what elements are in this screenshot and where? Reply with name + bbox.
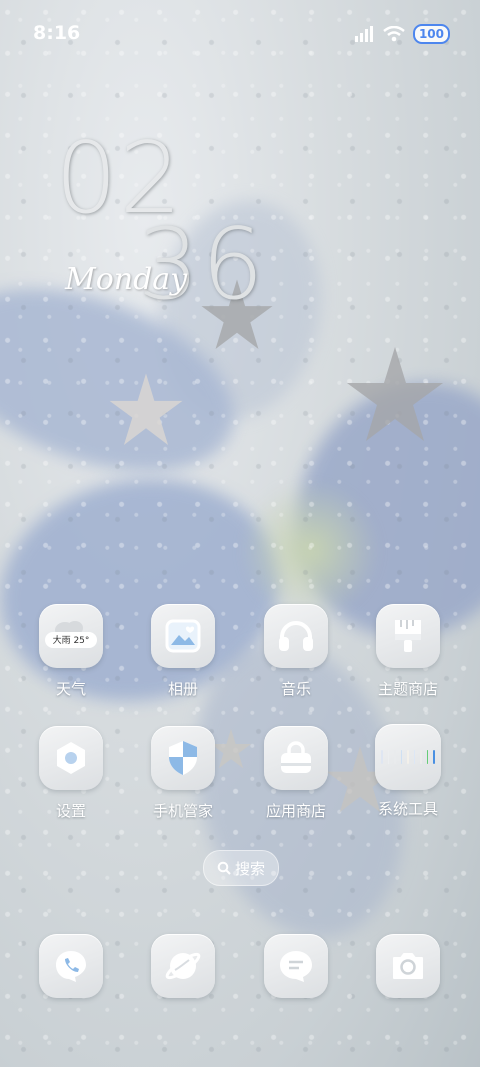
star-decoration	[347, 347, 443, 441]
signal-icon	[354, 26, 373, 42]
status-bar: 8:16 100	[0, 0, 480, 68]
app-gallery[interactable]: 相册	[133, 604, 233, 699]
app-settings[interactable]: 设置	[21, 726, 121, 821]
app-label: 相册	[167, 680, 198, 698]
folder-app-icon	[433, 750, 436, 764]
messages-icon	[264, 934, 328, 998]
app-app-store[interactable]: 应用商店	[246, 726, 346, 821]
app-phone-manager[interactable]: 手机管家	[133, 726, 233, 821]
folder-app-icon	[426, 750, 429, 764]
app-label: 手机管家	[152, 802, 213, 820]
phone-manager-shield-icon	[151, 726, 215, 790]
browser-icon	[151, 934, 215, 998]
app-weather[interactable]: 大雨 25° 天气	[21, 604, 121, 699]
app-label: 应用商店	[265, 802, 326, 820]
folder-app-icon	[380, 750, 383, 764]
folder-app-icon	[394, 750, 396, 764]
app-system-tools-folder[interactable]: 系统工具	[358, 724, 458, 819]
app-store-bag-icon	[264, 726, 328, 790]
music-headphones-icon	[264, 604, 328, 668]
app-label: 音乐	[280, 680, 311, 698]
weather-badge: 大雨 25°	[52, 636, 90, 646]
app-label: 天气	[55, 680, 86, 698]
camera-icon	[376, 934, 440, 998]
battery-indicator: 100	[412, 24, 450, 44]
dock-browser[interactable]	[133, 934, 233, 998]
app-label: 设置	[55, 802, 86, 820]
app-theme-store[interactable]: 主题商店	[358, 604, 458, 699]
status-time: 8:16	[33, 22, 81, 44]
search-label: 搜索	[234, 859, 265, 878]
app-label: 主题商店	[377, 680, 438, 698]
weather-icon: 大雨 25°	[39, 604, 103, 668]
app-label: 系统工具	[377, 800, 438, 818]
dock-messages[interactable]	[246, 934, 346, 998]
folder-app-icon	[400, 750, 403, 764]
gallery-icon	[151, 604, 215, 668]
phone-icon	[39, 934, 103, 998]
folder-app-icon	[407, 750, 409, 764]
folder-app-icon	[413, 750, 416, 764]
search-icon	[217, 861, 231, 875]
wifi-icon	[383, 26, 405, 42]
status-icons: 100	[354, 24, 450, 44]
dock-camera[interactable]	[358, 934, 458, 998]
clock-day: Monday	[65, 262, 188, 297]
app-music[interactable]: 音乐	[246, 604, 346, 699]
theme-store-brush-icon	[376, 604, 440, 668]
dock-phone[interactable]	[21, 934, 121, 998]
folder-app-icon	[387, 750, 390, 764]
star-decoration	[109, 373, 183, 445]
folder-app-icon	[420, 750, 422, 764]
search-button[interactable]: 搜索	[203, 850, 279, 886]
system-tools-folder-icon	[375, 724, 441, 790]
settings-hex-icon	[39, 726, 103, 790]
